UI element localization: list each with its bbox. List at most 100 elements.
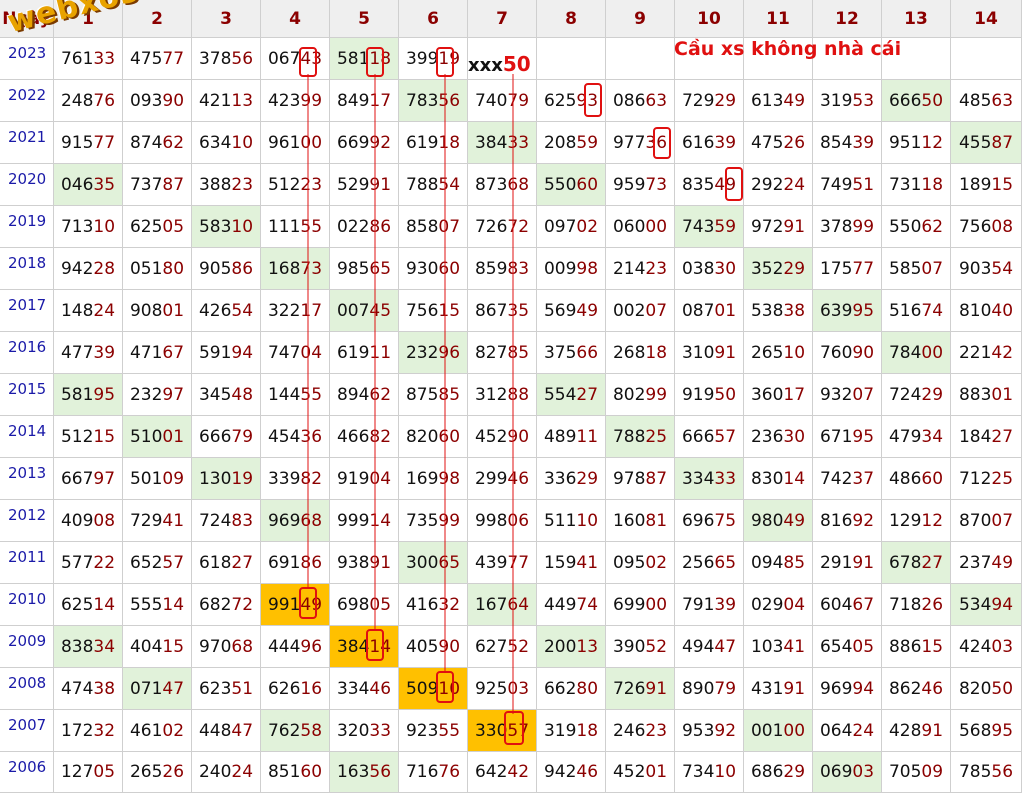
- result-last-two: 36: [645, 132, 668, 153]
- result-cell: 208 59: [537, 122, 606, 164]
- result-cell: 705 09: [882, 752, 951, 793]
- result-last-two: 60: [576, 174, 599, 195]
- result-last-two: 79: [714, 678, 737, 699]
- result-last-two: 14: [93, 594, 116, 615]
- result-cell: 163 56: [330, 752, 399, 793]
- result-last-two: 96: [438, 342, 461, 363]
- result-last-two: 26: [783, 132, 806, 153]
- result-prefix: 731: [888, 174, 922, 195]
- result-cell: 534 94: [951, 584, 1022, 626]
- result-prefix: 705: [888, 762, 922, 782]
- result-prefix: 585: [888, 258, 922, 279]
- column-header: 3: [192, 0, 261, 38]
- result-last-two: 39: [852, 132, 875, 153]
- result-cell: 067 43: [261, 38, 330, 80]
- row-year: 2022: [0, 80, 54, 122]
- result-cell: 696 75: [675, 500, 744, 542]
- result-last-two: 92: [714, 720, 737, 741]
- result-cell: 788 25: [606, 416, 675, 458]
- result-prefix: 319: [819, 90, 853, 111]
- result-cell: 894 62: [330, 374, 399, 416]
- row-year: 2012: [0, 500, 54, 542]
- result-last-two: 28: [93, 258, 116, 279]
- result-cell: 511 10: [537, 500, 606, 542]
- result-cell: 029 04: [744, 584, 813, 626]
- result-last-two: 83: [231, 510, 254, 531]
- result-cell: 455 87: [951, 122, 1022, 164]
- result-last-two: 27: [576, 384, 599, 405]
- result-prefix: 200: [543, 636, 577, 657]
- result-cell: 619 11: [330, 332, 399, 374]
- result-cell: 970 68: [192, 626, 261, 668]
- result-cell: 169 98: [399, 458, 468, 500]
- result-last-two: 54: [231, 300, 254, 321]
- result-prefix: 810: [958, 300, 992, 321]
- result-prefix: 654: [819, 636, 853, 657]
- result-cell: 820 50: [951, 668, 1022, 710]
- result-prefix: 835: [681, 174, 715, 195]
- result-cell: 626 16: [261, 668, 330, 710]
- result-prefix: 942: [60, 258, 94, 279]
- result-prefix: 756: [958, 216, 992, 237]
- result-cell: 312 88: [468, 374, 537, 416]
- row-year: 2021: [0, 122, 54, 164]
- result-prefix: 172: [60, 720, 94, 741]
- result-prefix: 662: [543, 678, 577, 699]
- result-prefix: 292: [750, 174, 784, 195]
- result-cell: 835 49: [675, 164, 744, 206]
- result-prefix: 604: [819, 594, 853, 615]
- result-cell: 426 54: [192, 290, 261, 332]
- row-year: 2015: [0, 374, 54, 416]
- result-prefix: 734: [681, 762, 715, 782]
- result-prefix: 093: [129, 90, 163, 111]
- result-last-two: 10: [93, 216, 116, 237]
- result-last-two: 65: [714, 552, 737, 573]
- column-header: 8: [537, 0, 606, 38]
- result-prefix: 742: [819, 468, 853, 489]
- result-cell: 654 05: [813, 626, 882, 668]
- result-prefix: 007: [336, 300, 370, 321]
- result-last-two: 93: [576, 90, 599, 111]
- result-cell: 669 92: [330, 122, 399, 164]
- result-prefix: 735: [405, 510, 439, 531]
- result-cell: 448 47: [192, 710, 261, 752]
- result-prefix: 489: [543, 426, 577, 447]
- result-last-two: 10: [231, 132, 254, 153]
- result-prefix: 248: [60, 90, 94, 111]
- result-prefix: 568: [958, 720, 992, 741]
- result-prefix: 816: [819, 510, 853, 531]
- result-last-two: 62: [921, 216, 944, 237]
- result-last-two: 41: [162, 510, 185, 531]
- result-last-two: 42: [507, 762, 530, 782]
- result-prefix: 069: [819, 762, 853, 782]
- result-cell: 667 97: [54, 458, 123, 500]
- result-prefix: 256: [681, 552, 715, 573]
- result-cell: 925 03: [468, 668, 537, 710]
- result-cell: 998 06: [468, 500, 537, 542]
- result-cell: 854 39: [813, 122, 882, 164]
- result-prefix: 666: [888, 90, 922, 111]
- result-last-two: 33: [369, 720, 392, 741]
- result-last-two: 85: [507, 342, 530, 363]
- result-last-two: 29: [783, 762, 806, 782]
- result-prefix: 455: [958, 132, 992, 153]
- result-prefix: 666: [681, 426, 715, 447]
- result-cell: 200 13: [537, 626, 606, 668]
- result-prefix: 978: [612, 468, 646, 489]
- result-last-two: 12: [921, 132, 944, 153]
- result-last-two: 24: [852, 720, 875, 741]
- result-cell: 390 52: [606, 626, 675, 668]
- result-prefix: 475: [129, 48, 163, 69]
- result-prefix: 867: [474, 300, 508, 321]
- result-last-two: 08: [991, 216, 1014, 237]
- result-cell: 334 46: [330, 668, 399, 710]
- result-prefix: 969: [819, 678, 853, 699]
- result-cell: 232 96: [399, 332, 468, 374]
- result-prefix: 236: [750, 426, 784, 447]
- result-cell: 691 86: [261, 542, 330, 584]
- result-prefix: 930: [405, 258, 439, 279]
- result-cell: 743 59: [675, 206, 744, 248]
- result-last-two: 65: [438, 552, 461, 573]
- result-prefix: 163: [336, 762, 370, 782]
- result-prefix: 512: [60, 426, 94, 447]
